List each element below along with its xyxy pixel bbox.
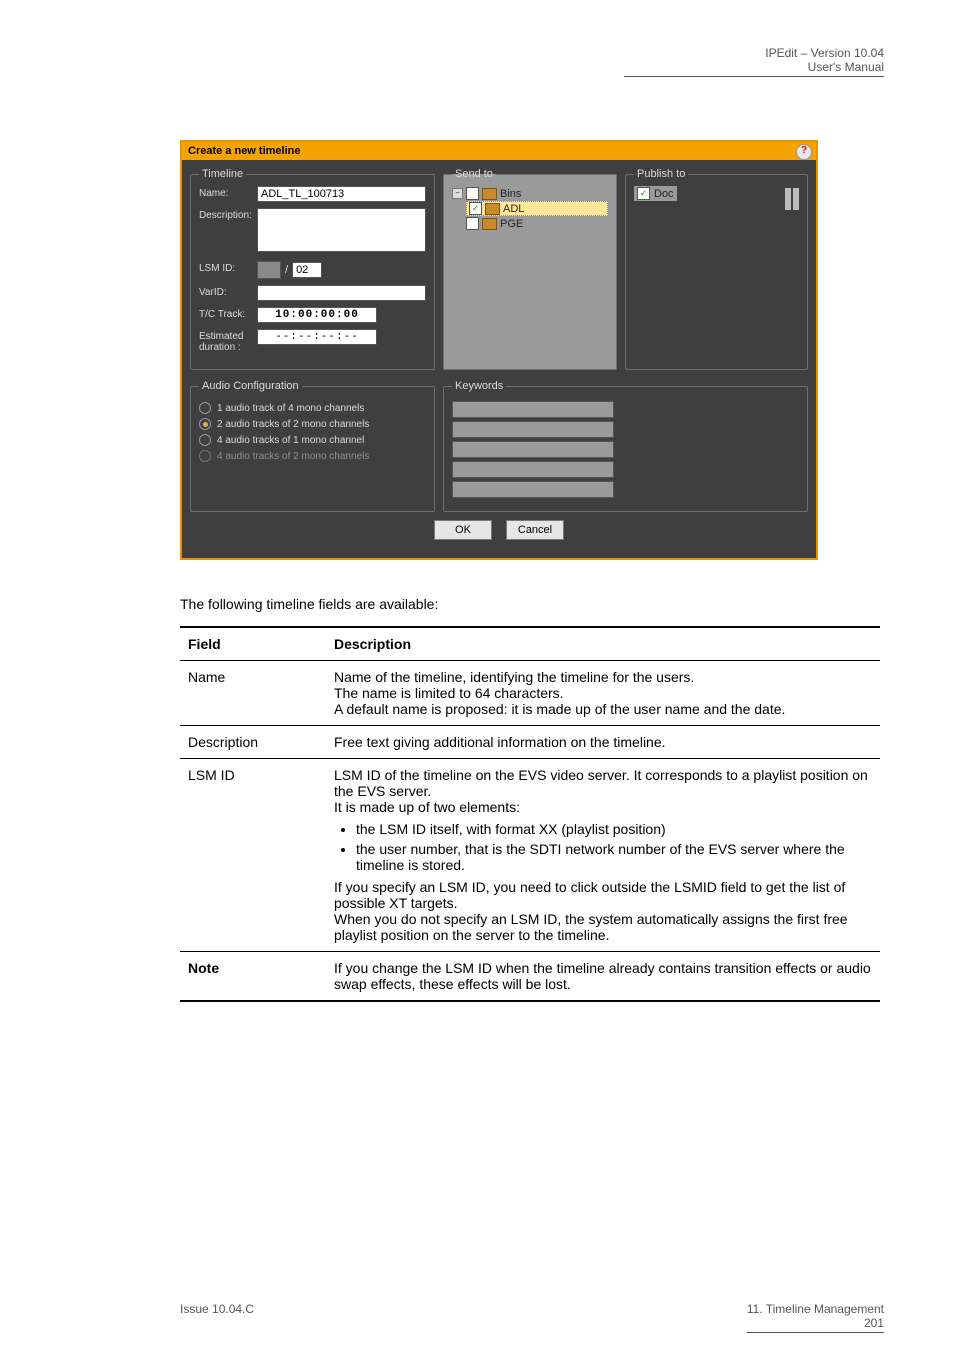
audio-radio-2[interactable]: 2 audio tracks of 2 mono channels <box>199 418 426 430</box>
checkbox-doc[interactable]: ✓ <box>637 187 650 200</box>
tree-label-bins: Bins <box>500 188 521 200</box>
sendto-legend: Send to <box>452 168 496 180</box>
row-note-field: Note <box>180 952 326 1002</box>
tree-node-bins[interactable]: − Bins <box>452 187 608 200</box>
description-input[interactable] <box>257 208 426 252</box>
audio-config-group: Audio Configuration 1 audio track of 4 m… <box>190 380 435 512</box>
ok-button[interactable]: OK <box>434 520 492 540</box>
row-lsmid-field: LSM ID <box>180 759 326 952</box>
folder-icon <box>482 218 497 230</box>
lsmid-bullet-1: the LSM ID itself, with format XX (playl… <box>356 821 872 837</box>
tree-label-adl: ADL <box>503 203 524 215</box>
header-line1: IPEdit – Version 10.04 <box>765 46 884 60</box>
row-note-desc: If you change the LSM ID when the timeli… <box>326 952 880 1002</box>
tree-node-adl[interactable]: ✓ ADL <box>466 201 608 216</box>
description-label: Description: <box>199 208 257 221</box>
keyword-input-4[interactable] <box>452 461 614 478</box>
tctrack-input[interactable] <box>257 307 377 323</box>
row-desc-field: Description <box>180 726 326 759</box>
fields-table: Field Description Name Name of the timel… <box>180 626 880 1002</box>
audio-radio-4: 4 audio tracks of 2 mono channels <box>199 450 426 462</box>
th-desc: Description <box>326 627 880 661</box>
footer-left: Issue 10.04.C <box>180 1302 254 1316</box>
publish-label-doc: Doc <box>654 188 674 200</box>
name-label: Name: <box>199 186 257 199</box>
lsmid-user-input[interactable] <box>292 262 322 278</box>
row-desc-desc: Free text giving additional information … <box>326 726 880 759</box>
row-lsmid-desc: LSM ID of the timeline on the EVS video … <box>326 759 880 952</box>
publish-item-doc[interactable]: ✓ Doc <box>634 186 677 201</box>
tree-node-pge[interactable]: PGE <box>466 217 608 230</box>
sendto-tree: − Bins ✓ <box>452 187 608 230</box>
name-input[interactable] <box>257 186 426 202</box>
audio-legend: Audio Configuration <box>199 380 302 392</box>
audio-radio-1[interactable]: 1 audio track of 4 mono channels <box>199 402 426 414</box>
keyword-input-2[interactable] <box>452 421 614 438</box>
checkbox-pge[interactable] <box>466 217 479 230</box>
help-icon[interactable]: ? <box>796 144 812 160</box>
screenshot-figure: Create a new timeline ? Timeline Name: D… <box>180 140 884 560</box>
timeline-group: Timeline Name: Description: LSM ID: <box>190 168 435 370</box>
keywords-group: Keywords <box>443 380 808 512</box>
row-name-desc: Name of the timeline, identifying the ti… <box>326 661 880 726</box>
cancel-button[interactable]: Cancel <box>506 520 564 540</box>
footer-right: 11. Timeline Management 201 <box>747 1302 884 1333</box>
audio-radio-3-label: 4 audio tracks of 1 mono channel <box>217 435 364 446</box>
audio-radio-4-label: 4 audio tracks of 2 mono channels <box>217 451 369 462</box>
checkbox-adl[interactable]: ✓ <box>469 202 482 215</box>
audio-radio-3[interactable]: 4 audio tracks of 1 mono channel <box>199 434 426 446</box>
publishto-group: Publish to ✓ Doc <box>625 168 808 370</box>
lsmid-picker-button[interactable] <box>257 261 281 279</box>
varid-label: VarID: <box>199 285 257 298</box>
audio-radio-2-label: 2 audio tracks of 2 mono channels <box>217 419 369 430</box>
tctrack-label: T/C Track: <box>199 307 257 320</box>
timeline-legend: Timeline <box>199 168 246 180</box>
checkbox-bins[interactable] <box>466 187 479 200</box>
header-line2: User's Manual <box>624 60 884 74</box>
lsmid-slash: / <box>285 264 288 276</box>
row-name-field: Name <box>180 661 326 726</box>
varid-input[interactable] <box>257 285 426 301</box>
tree-label-pge: PGE <box>500 218 523 230</box>
keyword-input-3[interactable] <box>452 441 614 458</box>
lsmid-bullet-2: the user number, that is the SDTI networ… <box>356 841 872 873</box>
collapse-icon[interactable]: − <box>452 188 463 199</box>
intro-text: The following timeline fields are availa… <box>180 594 884 614</box>
page-header: IPEdit – Version 10.04 User's Manual <box>624 46 884 77</box>
create-timeline-dialog: Create a new timeline ? Timeline Name: D… <box>180 140 818 560</box>
keyword-input-5[interactable] <box>452 481 614 498</box>
dialog-title: Create a new timeline <box>188 145 301 157</box>
folder-icon <box>482 188 497 200</box>
decorative-bars <box>785 188 799 210</box>
lsmid-label: LSM ID: <box>199 261 257 274</box>
publishto-legend: Publish to <box>634 168 688 180</box>
estdur-input[interactable] <box>257 329 377 345</box>
keywords-legend: Keywords <box>452 380 506 392</box>
sendto-group: Send to − Bins <box>443 168 617 370</box>
estdur-label: Estimated duration : <box>199 329 257 353</box>
keyword-input-1[interactable] <box>452 401 614 418</box>
folder-icon <box>485 203 500 215</box>
audio-radio-1-label: 1 audio track of 4 mono channels <box>217 403 364 414</box>
dialog-titlebar: Create a new timeline ? <box>182 142 816 160</box>
th-field: Field <box>180 627 326 661</box>
